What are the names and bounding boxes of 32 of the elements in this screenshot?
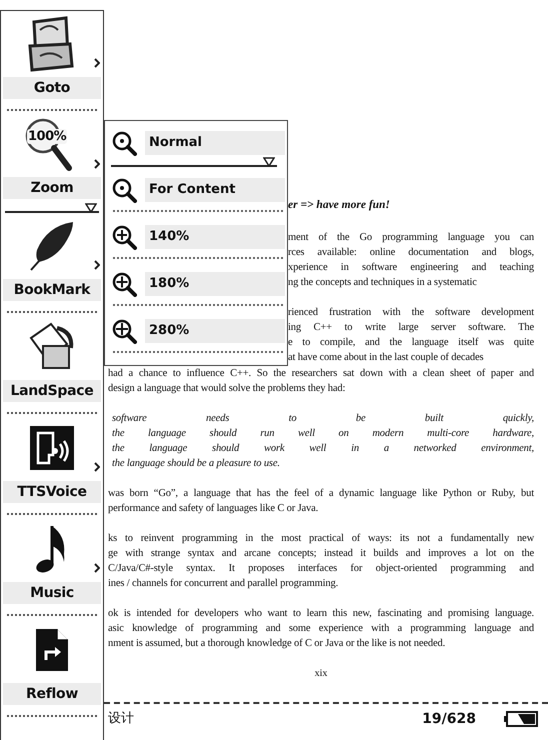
zoom-icon	[111, 130, 137, 156]
battery-icon	[504, 711, 538, 727]
menu-item[interactable]: Music	[3, 582, 101, 604]
zoom-icon	[111, 271, 137, 297]
zoom-option[interactable]: 140%	[145, 225, 285, 249]
speaker-icon	[29, 425, 75, 471]
zoom-option[interactable]: Normal	[145, 131, 285, 155]
zoom-icon	[111, 177, 137, 203]
paragraph: rienced frustration with the software development ing C++ to write large server software. The e to compile, and the language itself was quite at have come about in the last couple of decades	[288, 306, 534, 365]
book-title: 设计	[108, 710, 135, 728]
page-counter: 19/628	[422, 710, 476, 728]
zoom-icon	[111, 318, 137, 344]
menu-item[interactable]: BookMark	[3, 279, 101, 301]
document-arrow-icon	[35, 628, 69, 672]
section-heading: er => have more fun!	[288, 198, 391, 213]
menu-item[interactable]: Goto	[3, 77, 101, 99]
paragraph: ok is intended for developers who want to learn this new, fascinating and promising language. asic knowledge of programming and some experience with a programming language and nment is assumed, but a thorough knowledge of C or Java or the like is not needed.	[108, 607, 534, 651]
paragraph: had a chance to influence C++. So the researchers sat down with a clean sheet of paper and design a language that would solve the problems they had:	[108, 367, 534, 396]
paragraph: ment of the Go programming language you can rces available: online documentation and blogs, xperience in software engineering and teaching ng the concepts and techniques in a systematic	[288, 231, 534, 290]
zoom-option[interactable]: 280%	[145, 319, 285, 343]
zoom-option[interactable]: 180%	[145, 272, 285, 296]
paragraph: software needs to be built quickly, the language should run well on modern multi-core hardware, the language should work well in a networked environment, the language should be a pleasure to use.	[111, 412, 534, 471]
zoom-option[interactable]: For Content	[145, 178, 285, 202]
page-number: xix	[314, 667, 328, 681]
paragraph: was born “Go”, a language that has the feel of a dynamic language like Python or Ruby, but performance and safety of languages like C or Java.	[108, 487, 534, 516]
menu-item[interactable]: LandSpace	[3, 380, 101, 402]
menu-item[interactable]: TTSVoice	[3, 481, 101, 503]
zoom-level-text: 100%	[27, 129, 68, 144]
menu-item[interactable]: Zoom	[3, 177, 101, 200]
paragraph: ks to reinvent programming in the most practical of ways: its not a fundamentally new ge with strange syntax and arcane concepts; instead it builds and improves a lot on the C/Java/C#-style syntax. It proposes interfaces for object-oriented programming and ines / channels for concurrent and parallel programming.	[108, 532, 534, 591]
zoom-icon	[111, 224, 137, 250]
menu-item[interactable]: Reflow	[3, 683, 101, 705]
